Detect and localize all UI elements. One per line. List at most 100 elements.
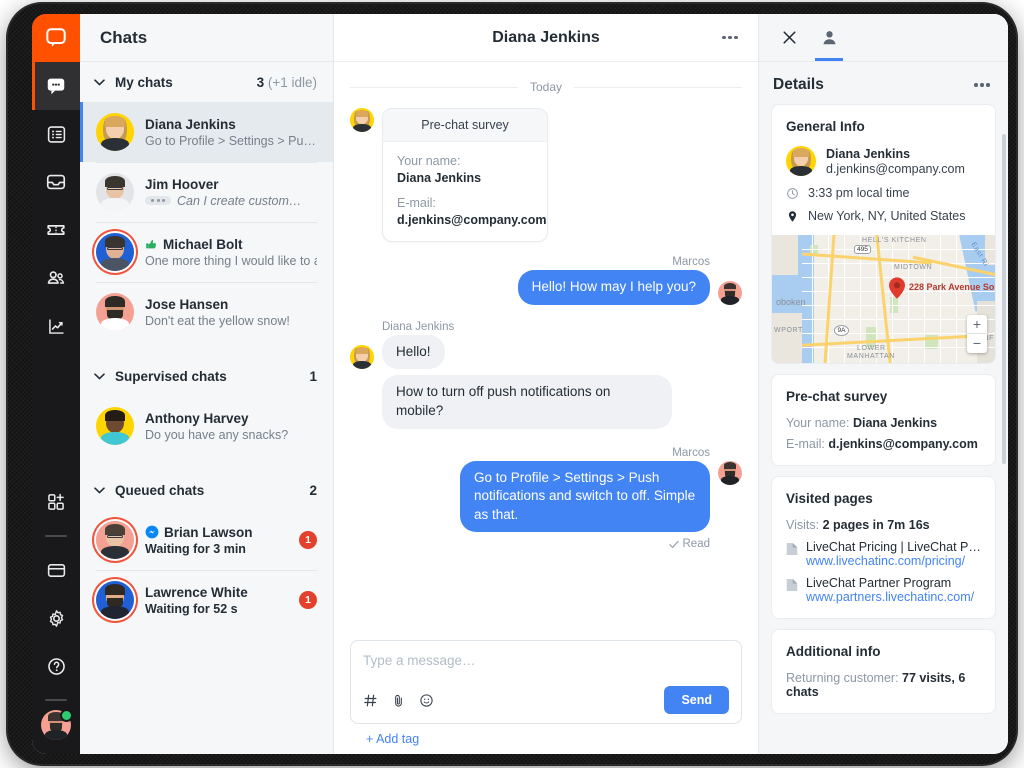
chevron-down-icon	[92, 373, 106, 380]
read-receipt: Read	[350, 538, 710, 550]
chevron-down-icon	[92, 79, 106, 86]
details-scrollbar[interactable]	[1002, 134, 1006, 464]
list-item[interactable]: Michael Bolt One more thing I would like…	[80, 222, 333, 282]
list-item-meta: Michael Bolt One more thing I would like…	[145, 237, 317, 268]
sidebar-item-chats[interactable]	[32, 62, 80, 110]
sidebar-item-tickets[interactable]	[32, 206, 80, 254]
group-header-queued-chats[interactable]: Queued chats 2	[80, 470, 333, 510]
card-title: Visited pages	[786, 491, 981, 506]
visited-page-url[interactable]: www.livechatinc.com/pricing/	[806, 554, 981, 568]
person-icon	[820, 28, 839, 47]
card-title: Pre-chat survey	[786, 389, 981, 404]
list-item-meta: Brian Lawson Waiting for 3 min	[145, 525, 288, 556]
details-title: Details	[773, 76, 824, 94]
details-tabbar	[759, 14, 1008, 62]
conversation-header: Diana Jenkins	[334, 14, 758, 62]
map-zoom-out-button[interactable]: −	[967, 334, 987, 353]
visited-page-item[interactable]: LiveChat Partner Program www.partners.li…	[786, 576, 981, 604]
tab-customer-details[interactable]	[811, 14, 847, 61]
list-item[interactable]: Lawrence White Waiting for 52 s 1	[80, 570, 333, 630]
customer-email: d.jenkins@company.com	[826, 162, 965, 176]
emoji-icon[interactable]	[419, 693, 434, 708]
message-sender: Marcos	[350, 447, 710, 459]
close-details-button[interactable]	[771, 14, 807, 61]
location-map[interactable]: HELL'S KITCHEN MIDTOWN LOWER MANHATTAN o…	[772, 235, 995, 363]
document-icon	[786, 578, 798, 592]
group-count: 1	[309, 369, 317, 384]
message-composer[interactable]: Type a message… Send	[350, 640, 742, 724]
sidebar-item-archives[interactable]	[32, 110, 80, 158]
row-divider	[96, 162, 317, 163]
add-tag-button[interactable]: + Add tag	[350, 724, 742, 746]
hash-icon[interactable]	[363, 693, 378, 708]
conversation-menu-button[interactable]	[718, 36, 742, 40]
list-item[interactable]: Jose Hansen Don't eat the yellow snow!	[80, 282, 333, 342]
group-label: Supervised chats	[115, 369, 227, 384]
list-item[interactable]: Diana Jenkins Go to Profile > Settings >…	[80, 102, 333, 162]
survey-row: Your name: Diana Jenkins	[786, 416, 981, 430]
inbox-icon	[45, 171, 67, 193]
sidebar-item-billing[interactable]	[32, 546, 80, 594]
group-header-my-chats[interactable]: My chats 3 (+1 idle)	[80, 62, 333, 102]
sidebar-item-settings[interactable]	[32, 594, 80, 642]
thumbs-up-icon	[145, 238, 158, 251]
list-item[interactable]: Anthony Harvey Do you have any snacks?	[80, 396, 333, 456]
general-info-card: General Info	[771, 104, 996, 364]
send-button[interactable]: Send	[664, 686, 729, 714]
close-icon	[781, 29, 798, 46]
message-sender: Marcos	[350, 256, 710, 268]
read-receipt-label: Read	[683, 538, 711, 550]
list-item-name: Jim Hoover	[145, 177, 317, 192]
pre-chat-survey-card: Pre-chat survey Your name: Diana Jenkins…	[771, 374, 996, 466]
avatar	[96, 581, 134, 619]
sidebar-item-team[interactable]	[32, 254, 80, 302]
ticket-icon	[45, 219, 67, 241]
day-separator: Today	[350, 80, 742, 94]
visited-page-url[interactable]: www.partners.livechatinc.com/	[806, 590, 974, 604]
livechat-logo-icon	[45, 27, 67, 49]
unread-badge: 1	[299, 531, 317, 549]
list-item[interactable]: Brian Lawson Waiting for 3 min 1	[80, 510, 333, 570]
row-divider	[96, 282, 317, 283]
sidebar-item-help[interactable]	[32, 642, 80, 690]
survey-row-label: Your name:	[786, 416, 849, 430]
attachment-icon[interactable]	[391, 693, 406, 708]
customer-identity: Diana Jenkins d.jenkins@company.com	[786, 146, 981, 176]
group-count-value: 3	[257, 75, 265, 90]
message-row: Hello! How may I help you?	[350, 270, 742, 305]
survey-row: E-mail: d.jenkins@company.com	[786, 437, 981, 451]
sidebar-item-inbox[interactable]	[32, 158, 80, 206]
customer-name: Diana Jenkins	[826, 147, 965, 161]
sidebar-item-reports[interactable]	[32, 302, 80, 350]
group-header-supervised-chats[interactable]: Supervised chats 1	[80, 356, 333, 396]
avatar	[96, 293, 134, 331]
list-icon	[46, 124, 67, 145]
survey-row-value: d.jenkins@company.com	[828, 437, 978, 451]
visited-page-item[interactable]: LiveChat Pricing | LiveChat Plans www.li…	[786, 540, 981, 568]
local-time-value: 3:33 pm local time	[808, 186, 909, 200]
visited-page-title: LiveChat Pricing | LiveChat Plans	[806, 540, 981, 554]
question-circle-icon	[46, 656, 67, 677]
message-row: How to turn off push notifications on mo…	[350, 375, 742, 428]
map-zoom-controls[interactable]: + −	[967, 315, 987, 353]
app-logo[interactable]	[32, 14, 80, 62]
pre-chat-survey-content: Pre-chat survey Your name: Diana Jenkins…	[772, 375, 995, 465]
location-value: New York, NY, United States	[808, 209, 966, 223]
list-item-meta: Lawrence White Waiting for 52 s	[145, 585, 288, 616]
more-options-icon	[721, 36, 739, 40]
avatar	[96, 233, 134, 271]
rail-divider-2	[45, 699, 67, 701]
details-menu-button[interactable]	[970, 83, 994, 87]
current-user-avatar[interactable]	[41, 710, 71, 740]
message-input[interactable]: Type a message…	[363, 653, 729, 686]
visited-pages-content: Visited pages Visits: 2 pages in 7m 16s …	[772, 477, 995, 618]
sidebar-item-apps[interactable]	[32, 478, 80, 526]
additional-info-row: Returning customer: 77 visits, 6 chats	[786, 671, 981, 699]
map-zoom-in-button[interactable]: +	[967, 315, 987, 334]
list-item[interactable]: Jim Hoover Can I create custom…	[80, 162, 333, 222]
card-title: General Info	[786, 119, 981, 134]
chart-line-icon	[46, 316, 67, 337]
details-panel: Details General Info	[758, 14, 1008, 754]
messenger-icon	[145, 525, 159, 539]
list-item-name: Lawrence White	[145, 585, 288, 600]
